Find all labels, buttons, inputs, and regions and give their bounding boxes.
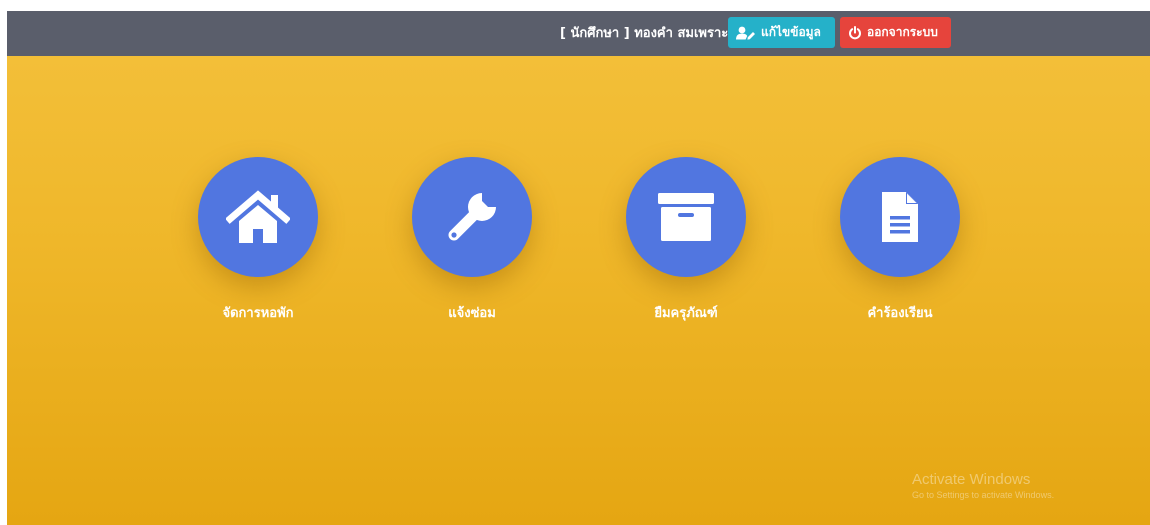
- document-icon: [880, 190, 920, 244]
- menu-label-complaint[interactable]: คำร้องเรียน: [825, 302, 975, 323]
- logout-button[interactable]: ออกจากระบบ: [840, 17, 951, 48]
- edit-profile-label: แก้ไขข้อมูล: [761, 25, 821, 39]
- borrow-circle[interactable]: [626, 157, 746, 277]
- menu-label-dormitory[interactable]: จัดการหอพัก: [183, 302, 333, 323]
- archive-icon: [656, 191, 716, 243]
- user-name-label: [ นักศึกษา ] ทองคำ สมเพราะ: [560, 26, 729, 41]
- menu-label-borrow[interactable]: ยืมครุภัณฑ์: [611, 302, 761, 323]
- edit-profile-button[interactable]: แก้ไขข้อมูล: [728, 17, 835, 48]
- top-navbar: [ นักศึกษา ] ทองคำ สมเพราะ แก้ไขข้อมูล อ…: [7, 11, 1150, 56]
- watermark-subtitle: Go to Settings to activate Windows.: [912, 490, 1055, 500]
- wrench-icon: [442, 187, 502, 247]
- watermark-title: Activate Windows: [912, 471, 1031, 488]
- menu-label-repair[interactable]: แจ้งซ่อม: [397, 302, 547, 323]
- menu-item-repair[interactable]: แจ้งซ่อม: [397, 157, 547, 323]
- menu-item-borrow[interactable]: ยืมครุภัณฑ์: [611, 157, 761, 323]
- user-edit-icon: [736, 26, 756, 40]
- menu-item-complaint[interactable]: คำร้องเรียน: [825, 157, 975, 323]
- app-screen: [ นักศึกษา ] ทองคำ สมเพราะ แก้ไขข้อมูล อ…: [7, 11, 1150, 525]
- home-icon: [226, 189, 290, 245]
- complaint-circle[interactable]: [840, 157, 960, 277]
- repair-circle[interactable]: [412, 157, 532, 277]
- logout-label: ออกจากระบบ: [867, 25, 938, 39]
- activate-windows-watermark: Activate Windows Go to Settings to activ…: [912, 471, 1054, 500]
- power-icon: [848, 25, 862, 40]
- menu-item-dormitory[interactable]: จัดการหอพัก: [183, 157, 333, 323]
- dormitory-circle[interactable]: [198, 157, 318, 277]
